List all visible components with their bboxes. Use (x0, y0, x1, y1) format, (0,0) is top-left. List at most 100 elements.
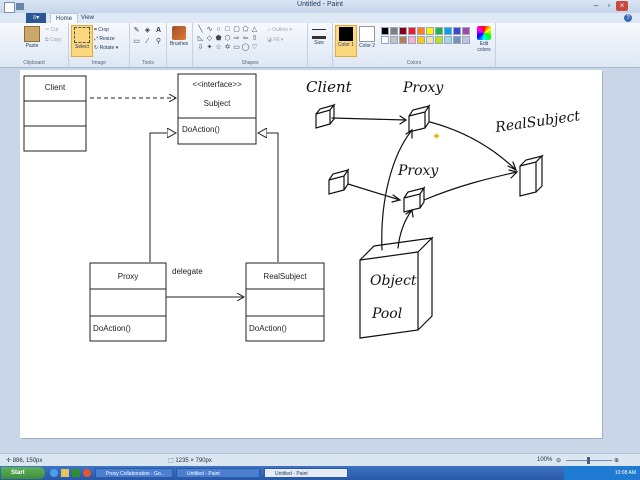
palette-swatch[interactable] (399, 27, 407, 35)
palette-swatch[interactable] (426, 27, 434, 35)
heart-shape-icon[interactable]: ♡ (250, 44, 259, 52)
resize-button[interactable]: ⤢ Resize (94, 35, 115, 43)
star4-shape-icon[interactable]: ✦ (205, 44, 214, 52)
firefox-icon[interactable] (83, 469, 91, 477)
tab-view[interactable]: View (76, 13, 99, 23)
sketch-pool-label-1: Object (370, 273, 417, 289)
media-icon[interactable] (72, 469, 80, 477)
minimize-button[interactable]: – (590, 1, 602, 11)
paste-button[interactable]: Paste (22, 25, 42, 55)
right-triangle-shape-icon[interactable]: ◺ (196, 35, 205, 43)
sketch-arrow-client-proxy1 (331, 115, 408, 125)
maximize-button[interactable]: ▫ (603, 1, 615, 11)
rounded-rect-shape-icon[interactable]: ▢ (232, 26, 241, 34)
palette-swatch[interactable] (462, 27, 470, 35)
subject-class-name: Subject (204, 99, 231, 108)
select-button[interactable]: Select (71, 25, 93, 57)
zoom-level: 100% (537, 457, 553, 463)
callout-oval-shape-icon[interactable]: ◯ (241, 44, 250, 52)
sketch-realsubject-cube (519, 154, 544, 197)
proxy-operation: DoAction() (93, 324, 131, 333)
diamond-shape-icon[interactable]: ◇ (205, 35, 214, 43)
palette-swatch[interactable] (408, 36, 416, 44)
edit-colors-button[interactable]: Edit colors (475, 25, 493, 55)
triangle-shape-icon[interactable]: △ (250, 26, 259, 34)
polygon-shape-icon[interactable]: ⬠ (241, 26, 250, 34)
zoom-in-button[interactable]: ⊕ (614, 457, 619, 464)
close-button[interactable]: × (616, 1, 628, 11)
task-paint-1[interactable]: Untitled - Paint (176, 468, 260, 478)
crop-button[interactable]: ⌗ Crop (94, 26, 109, 34)
explorer-icon[interactable] (61, 469, 69, 477)
clock[interactable]: 10:08 AM (615, 470, 636, 476)
arrow-up-shape-icon[interactable]: ⇧ (250, 35, 259, 43)
magnifier-icon[interactable]: ⚲ (154, 37, 163, 46)
sketch-realsubject-label: RealSubject (493, 108, 581, 136)
file-menu-button[interactable]: ≡▾ (26, 13, 46, 23)
palette-swatch[interactable] (444, 36, 452, 44)
palette-swatch[interactable] (399, 36, 407, 44)
realsubject-class-name: RealSubject (263, 272, 307, 281)
pencil-icon[interactable]: ✎ (132, 26, 141, 35)
curve-shape-icon[interactable]: ∿ (205, 26, 214, 34)
client-class-name: Client (45, 83, 66, 92)
shapes-group: ╲ ∿ ○ □ ▢ ⬠ △ ◺ ◇ ⬟ ⬡ ⇨ ⇦ ⇧ ⇩ ✦ ☆ ✡ ▭ ◯ … (192, 23, 308, 67)
task-browser[interactable]: Proxy Collaboration - Go... (95, 468, 173, 478)
palette-swatch[interactable] (435, 27, 443, 35)
palette-swatch[interactable] (381, 36, 389, 44)
drawing-canvas[interactable]: Client <<interface>> Subject DoAction() … (20, 70, 602, 438)
color2-swatch (359, 26, 375, 42)
palette-swatch[interactable] (390, 27, 398, 35)
line-shape-icon[interactable]: ╲ (196, 26, 205, 34)
size-button[interactable]: Size (308, 25, 330, 55)
cut-button[interactable]: ✂ Cut (45, 26, 58, 34)
arrow-right-shape-icon[interactable]: ⇨ (232, 35, 241, 43)
outline-dropdown[interactable]: ▱ Outline ▾ (267, 26, 292, 34)
sketch-arrow-client2-proxy2 (347, 183, 402, 203)
realsubject-operation: DoAction() (249, 324, 287, 333)
image-group: Select ⌗ Crop ⤢ Resize ↻ Rotate ▾ Image (69, 23, 130, 67)
palette-swatch[interactable] (426, 36, 434, 44)
pentagon-shape-icon[interactable]: ⬟ (214, 35, 223, 43)
callout-rect-shape-icon[interactable]: ▭ (232, 44, 241, 52)
palette-swatch[interactable] (390, 36, 398, 44)
subject-interface-box: <<interface>> Subject DoAction() (177, 73, 257, 145)
arrow-left-shape-icon[interactable]: ⇦ (241, 35, 250, 43)
fill-dropdown[interactable]: ◪ Fill ▾ (267, 36, 283, 44)
oval-shape-icon[interactable]: ○ (214, 26, 223, 34)
rotate-button[interactable]: ↻ Rotate ▾ (94, 44, 118, 52)
color2-button[interactable]: Color 2 (357, 25, 377, 55)
arrow-down-shape-icon[interactable]: ⇩ (196, 44, 205, 52)
palette-swatch[interactable] (444, 27, 452, 35)
sketch-arrow-pool-proxy1 (381, 128, 413, 251)
task-paint-2[interactable]: Untitled - Paint (264, 468, 348, 478)
zoom-slider-thumb[interactable] (587, 457, 590, 464)
text-tool-icon[interactable]: A (154, 26, 163, 35)
copy-button[interactable]: ⧉ Copy (45, 36, 62, 44)
palette-swatch[interactable] (417, 36, 425, 44)
ribbon: Paste ✂ Cut ⧉ Copy Clipboard Select ⌗ Cr… (0, 23, 640, 68)
rectangle-shape-icon[interactable]: □ (223, 26, 232, 34)
fill-bucket-icon[interactable]: ◈ (143, 26, 152, 35)
palette-swatch[interactable] (408, 27, 416, 35)
palette-swatch[interactable] (435, 36, 443, 44)
help-icon[interactable]: ? (624, 14, 632, 22)
star5-shape-icon[interactable]: ☆ (214, 44, 223, 52)
star6-shape-icon[interactable]: ✡ (223, 44, 232, 52)
hexagon-shape-icon[interactable]: ⬡ (223, 35, 232, 43)
palette-swatch[interactable] (462, 36, 470, 44)
color1-button[interactable]: Color 1 (335, 25, 357, 57)
sketch-proxy2-cube (403, 186, 426, 213)
eraser-icon[interactable]: ▭ (132, 37, 141, 46)
start-button[interactable]: Start (1, 467, 45, 479)
colors-group: Color 1 Color 2 Edit colors Colors (332, 23, 496, 67)
client-class-box: Client (23, 75, 87, 152)
ie-icon[interactable] (50, 469, 58, 477)
palette-swatch[interactable] (417, 27, 425, 35)
color-picker-icon[interactable]: ⁄ (143, 37, 152, 46)
palette-swatch[interactable] (381, 27, 389, 35)
zoom-out-button[interactable]: ⊖ (556, 457, 561, 464)
palette-swatch[interactable] (453, 27, 461, 35)
palette-swatch[interactable] (453, 36, 461, 44)
brushes-button[interactable]: Brushes (168, 25, 190, 55)
